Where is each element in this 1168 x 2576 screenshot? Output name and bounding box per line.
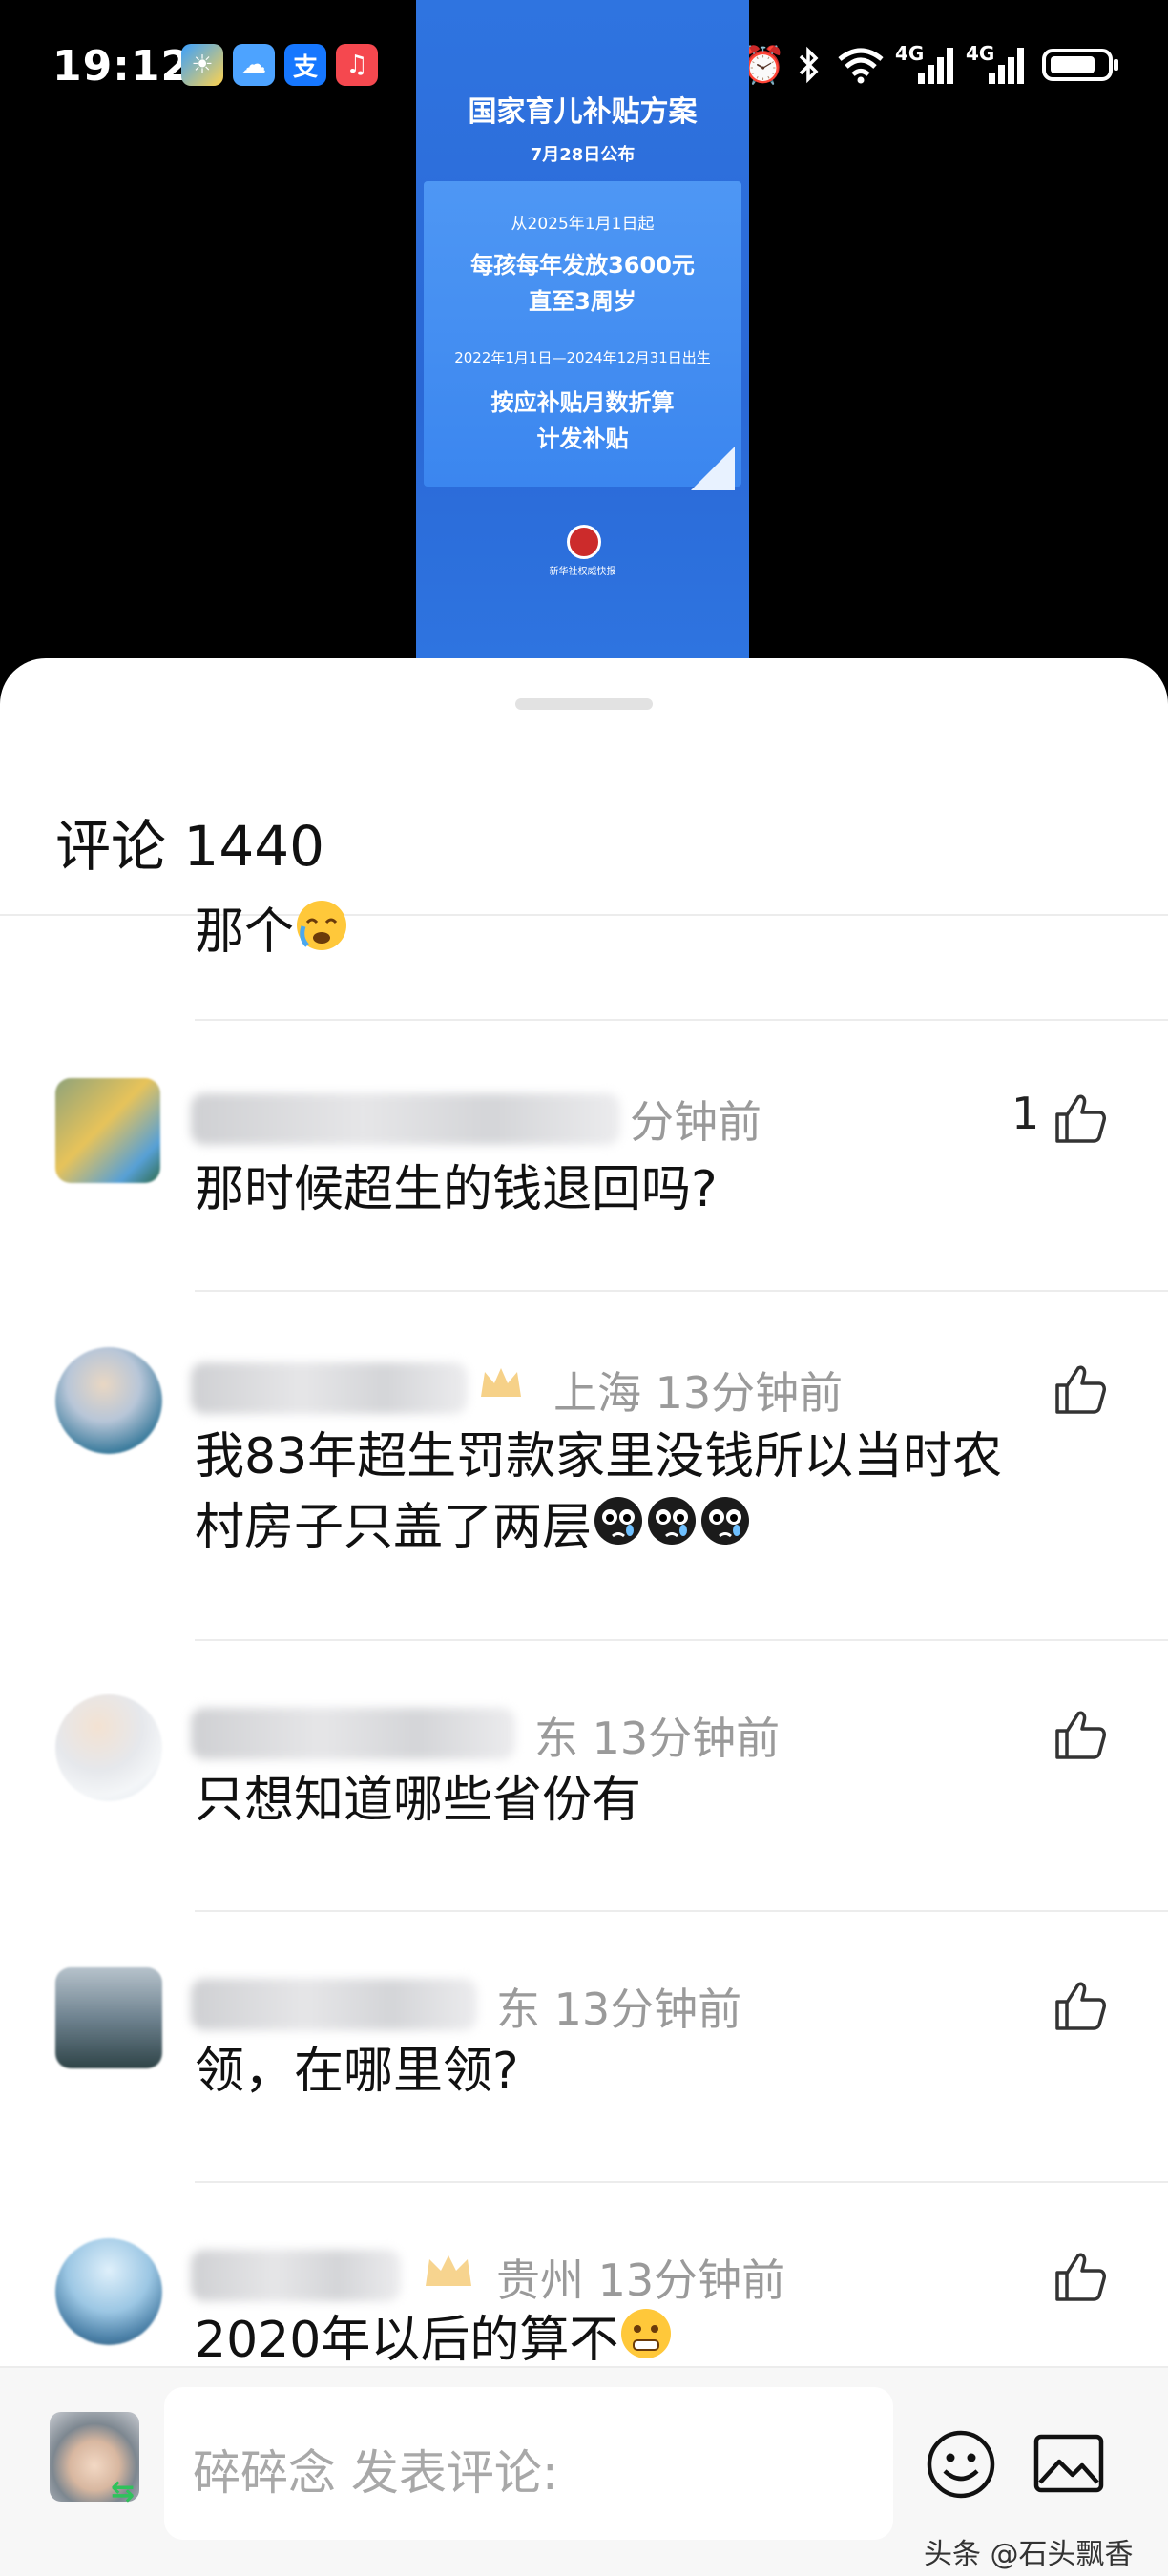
watermark: 头条 @石头飘香 <box>924 2538 1134 2571</box>
comment-text: 领，在哪里领? <box>195 2043 519 2100</box>
comment-meta: 上海 13分钟前 <box>553 1367 844 1419</box>
comment-sheet: 评论 1440 那个 分钟前 1 那时候超生的钱退回吗? 上海 13分钟前 我8… <box>0 658 1168 2576</box>
comment-text-line2: 村房子只盖了两层 <box>195 1492 752 1568</box>
comments-title: 评论 1440 <box>55 814 325 879</box>
bluetooth-icon <box>792 42 826 88</box>
username-redacted[interactable] <box>191 1362 468 1414</box>
thumbs-up-icon[interactable] <box>1052 2248 1109 2305</box>
sheet-drag-handle[interactable] <box>515 698 653 710</box>
username-redacted[interactable] <box>191 1979 477 2030</box>
crown-badge-icon <box>420 2250 477 2292</box>
crying-emoji-icon <box>294 898 349 972</box>
poster-title: 国家育儿补贴方案 <box>468 95 698 129</box>
comment-divider <box>195 2181 1168 2183</box>
thumbs-up-icon[interactable] <box>1052 1361 1109 1418</box>
comment-text: 那时候超生的钱退回吗? <box>195 1161 718 1218</box>
signal-icon-1: 4G <box>893 42 960 88</box>
comment-divider <box>195 1019 1168 1021</box>
avatar[interactable] <box>55 2238 162 2345</box>
cloud-app-icon: ☁ <box>233 44 275 86</box>
comment-text: 只想知道哪些省份有 <box>195 1772 642 1829</box>
poster-line2: 每孩每年发放3600元 <box>470 252 695 279</box>
thumbs-up-icon[interactable] <box>1052 1090 1109 1147</box>
thumbs-up-icon[interactable] <box>1052 1977 1109 2034</box>
wifi-icon <box>834 42 887 88</box>
avatar[interactable] <box>55 1967 162 2068</box>
comment-text-line1: 我83年超生罚款家里没钱所以当时农 <box>195 1428 1003 1485</box>
signal-icon-2: 4G <box>964 42 1031 88</box>
image-upload-icon[interactable] <box>1032 2431 1105 2496</box>
header-divider <box>0 914 1168 916</box>
emoji-picker-icon[interactable] <box>926 2429 996 2500</box>
teary-face-icon <box>592 1492 752 1568</box>
battery-icon <box>1040 42 1122 88</box>
poster-line3: 直至3周岁 <box>529 288 636 315</box>
poster-page-curl <box>691 447 735 490</box>
username-redacted[interactable] <box>191 1708 515 1759</box>
music-app-icon: ♫ <box>336 44 378 86</box>
comment-meta: 东 13分钟前 <box>534 1713 781 1764</box>
xinhua-logo <box>567 525 601 559</box>
switch-arrows-icon[interactable]: ⇆ <box>111 2475 145 2508</box>
username-redacted[interactable] <box>191 1093 620 1145</box>
thumbs-up-icon[interactable] <box>1052 1706 1109 1763</box>
crown-badge-icon <box>477 1364 525 1402</box>
comment-text: 那个 <box>195 897 349 972</box>
status-time: 19:12 <box>52 42 192 91</box>
avatar[interactable] <box>55 1347 162 1454</box>
avatar[interactable] <box>55 1078 160 1183</box>
weather-app-icon: ☀ <box>181 44 223 86</box>
news-poster-image[interactable]: 国家育儿补贴方案 7月28日公布 从2025年1月1日起 每孩每年发放3600元… <box>416 0 749 658</box>
avatar[interactable] <box>55 1694 162 1801</box>
comment-meta: 贵州 13分钟前 <box>496 2254 786 2306</box>
comment-divider <box>195 1639 1168 1641</box>
like-count: 1 <box>1012 1088 1040 1139</box>
poster-source: 新华社权威快报 <box>549 567 616 577</box>
comment-divider <box>195 1910 1168 1912</box>
comment-meta: 分钟前 <box>630 1096 761 1148</box>
poster-line5: 按应补贴月数折算 <box>490 389 675 416</box>
comment-input[interactable]: 碎碎念 发表评论: <box>164 2387 893 2540</box>
comment-divider <box>195 1290 1168 1292</box>
poster-line1: 从2025年1月1日起 <box>511 215 655 234</box>
comment-meta: 东 13分钟前 <box>496 1984 742 2035</box>
username-redacted[interactable] <box>191 2250 401 2301</box>
poster-date: 7月28日公布 <box>530 145 636 165</box>
comment-input-placeholder: 碎碎念 发表评论: <box>193 2445 558 2501</box>
alipay-icon: 支 <box>284 44 326 86</box>
poster-line4: 2022年1月1日—2024年12月31日出生 <box>454 349 711 366</box>
